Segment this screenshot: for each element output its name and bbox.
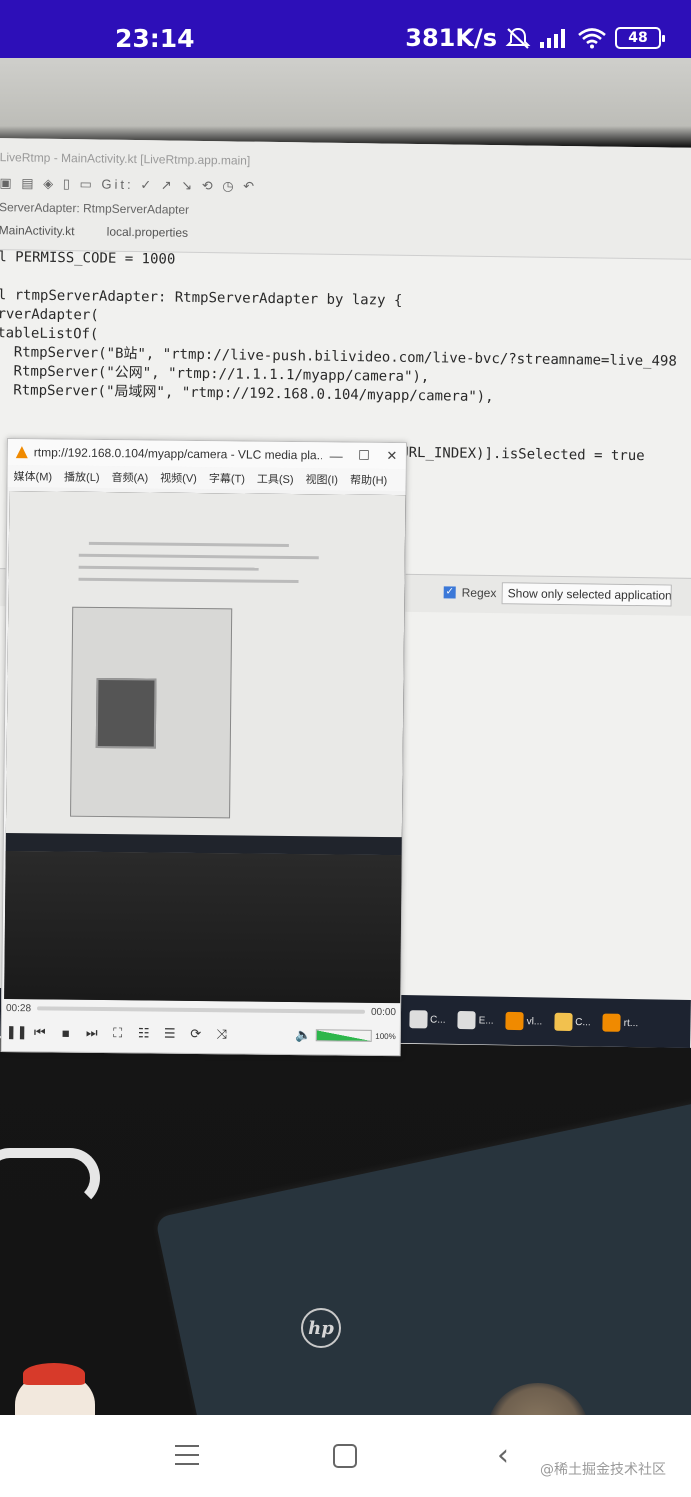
close-icon[interactable]: ✕ — [378, 448, 406, 464]
hp-logo: hp — [301, 1308, 341, 1348]
wifi-icon — [578, 28, 606, 49]
ide-header: LiveRtmp - MainActivity.kt [LiveRtmp.app… — [0, 138, 691, 261]
code-editor[interactable]: l PERMISS_CODE = 1000 l rtmpServerAdapte… — [0, 248, 678, 466]
home-button[interactable] — [333, 1444, 357, 1468]
regex-label: Regex — [461, 585, 497, 601]
video-frame-desk — [4, 851, 402, 1004]
ide-toolbar: ▣ ▤ ◈ ▯ ▭ Git: ✓ ↗ ↘ ⟲ ◷ ↶ — [0, 175, 258, 194]
time-total: 00:00 — [370, 1006, 397, 1018]
menu-subtitle[interactable]: 字幕(T) — [209, 470, 245, 486]
menu-view[interactable]: 视图(I) — [306, 471, 339, 487]
menu-media[interactable]: 媒体(M) — [14, 468, 53, 484]
notebook — [155, 1089, 691, 1415]
figurine — [5, 1363, 125, 1415]
taskbar-item[interactable]: C... — [406, 1003, 449, 1036]
status-icons: 381K/s 48 — [405, 24, 665, 52]
android-nav-bar: ‹ @稀土掘金技术社区 — [0, 1415, 691, 1497]
minimize-icon[interactable]: — — [322, 448, 350, 463]
pause-icon[interactable]: ❚❚ — [6, 1024, 28, 1040]
vlc-video-area[interactable] — [4, 491, 406, 1004]
network-speed: 381K/s — [405, 24, 497, 52]
video-frame-screen — [5, 491, 406, 856]
menu-video[interactable]: 视频(V) — [160, 470, 197, 486]
menu-tools[interactable]: 工具(S) — [257, 471, 294, 487]
taskbar-item-label: rt... — [623, 1017, 639, 1029]
speaker-icon: 🔈 — [295, 1027, 312, 1043]
taskbar-item-label: C... — [429, 1014, 446, 1026]
loop-icon[interactable]: ⟳ — [188, 1026, 204, 1042]
menu-help[interactable]: 帮助(H) — [350, 472, 387, 488]
menu-playback[interactable]: 播放(L) — [64, 469, 100, 485]
signal-icon — [540, 29, 565, 48]
app-icon — [554, 1012, 573, 1031]
taskbar-item[interactable]: rt... — [599, 1006, 641, 1039]
stop-icon[interactable]: ■ — [58, 1025, 74, 1040]
camera-photo: LiveRtmp - MainActivity.kt [LiveRtmp.app… — [0, 58, 691, 1415]
status-bar: 23:14 381K/s 48 — [0, 0, 691, 58]
time-elapsed: 00:28 — [5, 1002, 32, 1014]
taskbar-item[interactable]: vl... — [502, 1005, 545, 1038]
app-icon — [457, 1010, 476, 1030]
vlc-controls: ❚❚ ⏮ ■ ⏭ ⛶ ☷ ☰ ⟳ ⤨ 🔈 100% — [6, 1019, 396, 1049]
maximize-icon[interactable]: ☐ — [350, 448, 378, 464]
battery-icon: 48 — [615, 27, 665, 49]
battery-level: 48 — [628, 30, 648, 46]
tab-local-properties[interactable]: local.properties — [107, 225, 189, 240]
seek-bar[interactable]: 00:28 00:00 — [6, 1001, 396, 1019]
seek-track[interactable] — [37, 1006, 366, 1014]
app-icon — [602, 1013, 621, 1032]
taskbar-item[interactable]: C... — [551, 1006, 594, 1039]
menu-audio[interactable]: 音频(A) — [111, 469, 148, 485]
video-frame-nested-inner — [95, 677, 157, 749]
git-label: Git: — [101, 176, 134, 193]
app-icon — [505, 1011, 524, 1031]
shuffle-icon[interactable]: ⤨ — [214, 1026, 230, 1042]
regex-checkbox[interactable]: ✓ Regex — [443, 585, 497, 601]
video-frame-nested — [70, 606, 233, 819]
volume-slider[interactable] — [315, 1029, 372, 1042]
playlist-icon[interactable]: ☰ — [162, 1026, 178, 1042]
vlc-cone-icon — [15, 446, 28, 459]
volume-control[interactable]: 🔈 100% — [295, 1027, 396, 1044]
recents-button[interactable] — [175, 1445, 199, 1472]
taskbar-item-label: E... — [478, 1014, 494, 1027]
status-time: 23:14 — [115, 24, 195, 53]
taskbar-item-label: vl... — [526, 1015, 543, 1027]
app-icon — [408, 1010, 428, 1029]
vlc-window[interactable]: rtmp://192.168.0.104/myapp/camera - VLC … — [0, 438, 407, 1057]
fullscreen-icon[interactable]: ⛶ — [110, 1025, 126, 1041]
app-filter-select[interactable]: Show only selected application — [501, 582, 672, 607]
next-icon[interactable]: ⏭ — [84, 1025, 100, 1041]
cable — [0, 1148, 100, 1208]
taskbar-item-label: C... — [575, 1016, 591, 1028]
vlc-menubar: 媒体(M) 播放(L) 音频(A) 视频(V) 字幕(T) 工具(S) 视图(I… — [7, 465, 406, 492]
watermark: @稀土掘金技术社区 — [540, 1462, 666, 1478]
taskbar-item[interactable]: E... — [454, 1004, 497, 1037]
figurine-hat — [23, 1363, 85, 1385]
extended-settings-icon[interactable]: ☷ — [136, 1025, 152, 1041]
ide-title: LiveRtmp - MainActivity.kt [LiveRtmp.app… — [0, 150, 251, 168]
vlc-title: rtmp://192.168.0.104/myapp/camera - VLC … — [33, 445, 323, 463]
tab-mainactivity[interactable]: MainActivity.kt — [0, 223, 75, 238]
mute-icon — [505, 27, 531, 49]
volume-value: 100% — [375, 1031, 396, 1041]
previous-icon[interactable]: ⏮ — [32, 1024, 48, 1040]
breadcrumb: ServerAdapter: RtmpServerAdapter — [0, 200, 190, 217]
checkbox-checked-icon: ✓ — [443, 586, 456, 599]
back-button[interactable]: ‹ — [497, 1441, 509, 1471]
